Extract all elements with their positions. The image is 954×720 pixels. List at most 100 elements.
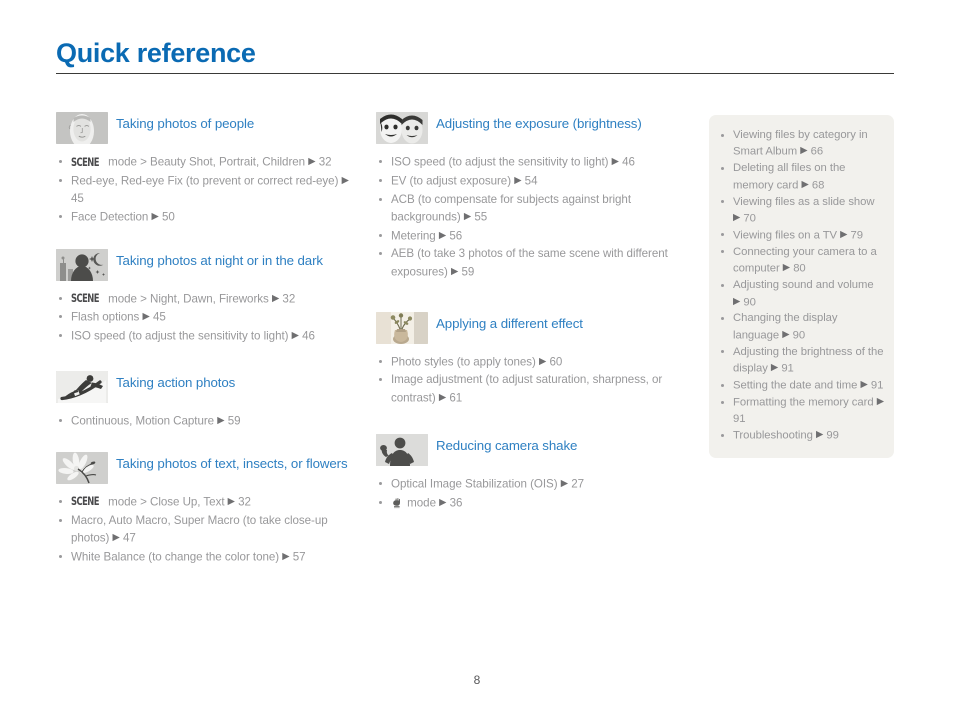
- two-faces-exposure-icon: [376, 112, 428, 144]
- list-item-text: Red-eye, Red-eye Fix (to prevent or corr…: [71, 174, 342, 188]
- dual-is-hand-icon: [391, 497, 403, 509]
- list-item: ACB (to compensate for subjects against …: [376, 191, 681, 226]
- reference-section: Taking photos of text, insects, or flowe…: [56, 451, 356, 566]
- page-arrow-icon: ▶: [801, 178, 809, 190]
- list-item-text: Image adjustment (to adjust saturation, …: [391, 373, 663, 405]
- page-reference: 70: [743, 212, 756, 225]
- page-arrow-icon: ▶: [291, 330, 299, 342]
- page-arrow-icon: ▶: [539, 355, 547, 367]
- page-reference: 32: [318, 155, 332, 169]
- section-header: Taking photos at night or in the dark: [56, 248, 356, 281]
- list-item: mode ▶ 36: [376, 494, 681, 512]
- page-arrow-icon: ▶: [282, 550, 290, 562]
- page-arrow-icon: ▶: [840, 228, 848, 240]
- page-reference: 59: [461, 265, 475, 279]
- page-arrow-icon: ▶: [271, 292, 280, 304]
- list-item: Metering ▶ 56: [376, 227, 681, 245]
- section-header: Taking photos of people: [56, 112, 356, 144]
- section-title: Taking action photos: [116, 375, 236, 391]
- page-arrow-icon: ▶: [463, 210, 472, 222]
- page-reference: 91: [733, 412, 746, 425]
- list-item: ISO speed (to adjust the sensitivity to …: [56, 327, 356, 345]
- list-item-text: Metering: [391, 229, 439, 243]
- list-item: Viewing files on a TV ▶ 79: [719, 227, 884, 244]
- page-reference: 59: [227, 414, 241, 428]
- vase-flowers-effect-icon: [376, 311, 428, 344]
- page-reference: 91: [781, 362, 794, 375]
- list-item: Viewing files as a slide show ▶ 70: [719, 194, 884, 227]
- list-item-text: Viewing files as a slide show: [733, 195, 875, 208]
- page-reference: 32: [238, 495, 251, 509]
- page-reference: 79: [850, 229, 864, 242]
- page-reference: 46: [622, 155, 635, 169]
- night-scene-icon: [56, 248, 108, 281]
- page-arrow-icon: ▶: [560, 478, 569, 490]
- page-arrow-icon: ▶: [142, 311, 150, 323]
- page-reference: 61: [449, 391, 463, 405]
- snowboarder-action-icon: [56, 371, 108, 404]
- list-item-text: AEB (to take 3 photos of the same scene …: [391, 247, 668, 279]
- section-header: Applying a different effect: [376, 311, 681, 344]
- page-reference: 45: [152, 310, 166, 324]
- list-item-text: mode > Night, Dawn, Fireworks: [104, 292, 272, 306]
- section-title: Taking photos of people: [116, 116, 255, 131]
- page-arrow-icon: ▶: [860, 379, 868, 391]
- section-list: Optical Image Stabilization (OIS) ▶ 27 m…: [376, 475, 681, 512]
- portrait-face-icon: [56, 112, 108, 144]
- page-reference: 27: [571, 477, 584, 491]
- section-list: SCENE mode > Beauty Shot, Portrait, Chil…: [56, 153, 356, 226]
- list-item-text: ISO speed (to adjust the sensitivity to …: [391, 155, 612, 169]
- page-reference: 80: [793, 262, 806, 275]
- page-arrow-icon: ▶: [438, 391, 447, 403]
- page-arrow-icon: ▶: [770, 362, 779, 374]
- page-number: 8: [473, 673, 481, 687]
- page-arrow-icon: ▶: [782, 262, 791, 274]
- page-arrow-icon: ▶: [308, 156, 316, 167]
- list-item: Image adjustment (to adjust saturation, …: [376, 371, 681, 406]
- list-item: Formatting the memory card ▶ 91: [719, 394, 884, 427]
- list-item-text: Adjusting sound and volume: [733, 279, 874, 292]
- section-title: Reducing camera shake: [436, 438, 578, 454]
- list-item-text: Troubleshooting: [733, 429, 816, 442]
- right-sidebar-box: Viewing files by category in Smart Album…: [709, 115, 894, 459]
- middle-column: Adjusting the exposure (brightness) ISO s…: [376, 112, 681, 531]
- list-item-text: Face Detection: [71, 210, 152, 224]
- list-item-text: mode > Beauty Shot, Portrait, Children: [104, 155, 309, 169]
- page-reference: 56: [449, 229, 463, 243]
- page-reference: 36: [449, 496, 463, 510]
- list-item: Red-eye, Red-eye Fix (to prevent or corr…: [56, 172, 356, 207]
- section-header: Taking action photos: [56, 371, 356, 404]
- section-list: Continuous, Motion Capture ▶ 59: [56, 412, 356, 430]
- reference-section: Reducing camera shake Optical Image Stabi…: [376, 434, 681, 512]
- page-arrow-icon: ▶: [733, 295, 741, 307]
- list-item: SCENE mode > Close Up, Text ▶ 32: [56, 493, 356, 511]
- list-item: Photo styles (to apply tones) ▶ 60: [376, 353, 681, 371]
- page-arrow-icon: ▶: [782, 328, 790, 340]
- section-title: Taking photos at night or in the dark: [116, 252, 323, 268]
- reference-section: Taking photos at night or in the dark SCE…: [56, 248, 356, 345]
- list-item-text: Viewing files on a TV: [733, 229, 841, 242]
- section-list: SCENE mode > Night, Dawn, Fireworks ▶ 32…: [56, 290, 356, 345]
- section-header: Adjusting the exposure (brightness): [376, 112, 681, 144]
- list-item: Optical Image Stabilization (OIS) ▶ 27: [376, 475, 681, 493]
- list-item-text: Macro, Auto Macro, Super Macro (to take …: [71, 513, 328, 545]
- reference-section: Taking action photos Continuous, Motion C…: [56, 371, 356, 430]
- reference-section: Taking photos of people SCENE mode > Beau…: [56, 112, 356, 226]
- page-arrow-icon: ▶: [439, 497, 447, 509]
- list-item: Troubleshooting ▶ 99: [719, 427, 884, 444]
- list-item: Adjusting the brightness of the display …: [719, 344, 884, 377]
- title-divider: [56, 73, 894, 74]
- scene-mode-label: SCENE: [71, 494, 99, 509]
- list-item-text: White Balance (to change the color tone): [71, 550, 283, 564]
- page-reference: 60: [549, 355, 563, 369]
- list-item: Changing the display language ▶ 90: [719, 310, 884, 343]
- page-arrow-icon: ▶: [217, 415, 225, 427]
- page-arrow-icon: ▶: [112, 531, 120, 543]
- page-reference: 55: [474, 210, 488, 224]
- page-arrow-icon: ▶: [341, 174, 349, 186]
- left-column: Taking photos of people SCENE mode > Beau…: [56, 112, 356, 585]
- page-reference: 46: [302, 329, 315, 343]
- list-item: AEB (to take 3 photos of the same scene …: [376, 245, 681, 280]
- page-reference: 32: [282, 292, 296, 306]
- list-item: SCENE mode > Beauty Shot, Portrait, Chil…: [56, 153, 356, 171]
